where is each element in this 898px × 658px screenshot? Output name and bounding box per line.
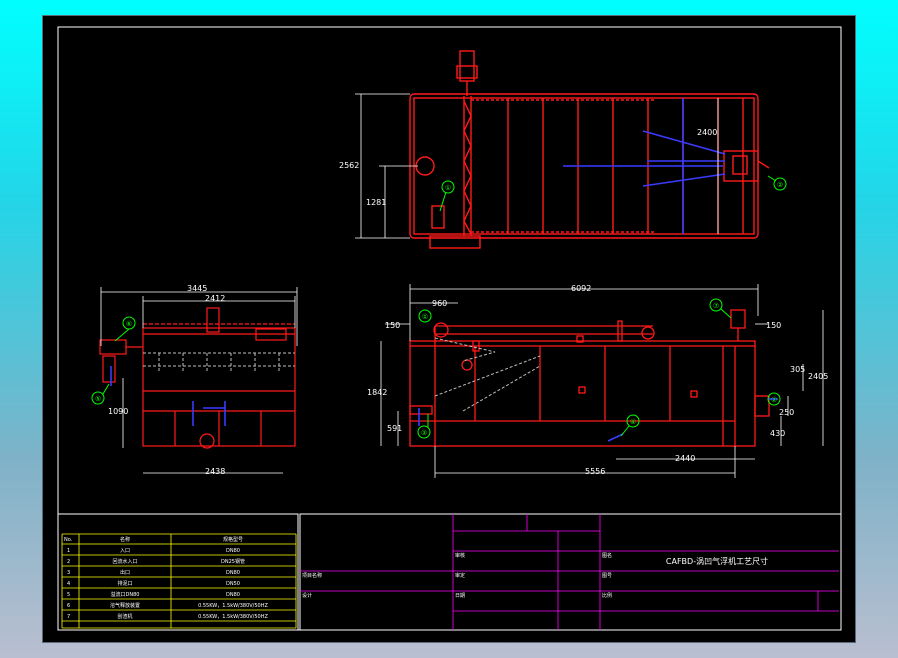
- front-dim-inlet: 960: [432, 299, 447, 308]
- front-callout-3: ③: [421, 429, 427, 437]
- front-dim-2440: 2440: [675, 454, 695, 463]
- front-dim-level: 1842: [367, 388, 387, 397]
- front-callout-1: ①: [422, 313, 428, 321]
- title-label-number: 图号: [602, 573, 612, 579]
- table-row-6-no: 6: [67, 603, 70, 609]
- front-dim-left-offset: 150: [385, 321, 400, 330]
- table-row-1-no: 1: [67, 548, 70, 554]
- side-dim-base: 2438: [205, 467, 225, 476]
- front-callout-2: ②: [771, 396, 777, 404]
- table-row-5-name: 溢流口DN80: [111, 591, 140, 598]
- plan-dim-inner: 2400: [697, 128, 717, 137]
- table-row-7-no: 7: [67, 614, 70, 620]
- table-row-2-spec: DN25钢管: [221, 558, 245, 565]
- table-header-spec: 规格型号: [223, 536, 243, 543]
- side-dim-body: 2412: [205, 294, 225, 303]
- title-label-approve: 审定: [455, 572, 465, 579]
- side-dim-overall: 3445: [187, 284, 207, 293]
- table-row-4-name: 排泥口: [117, 580, 132, 587]
- side-callout-6: ⑥: [126, 320, 132, 328]
- front-dim-250: 250: [779, 408, 794, 417]
- front-dim-length: 6092: [571, 284, 591, 293]
- plan-dim-length: 2562: [339, 161, 359, 170]
- front-dim-430: 430: [770, 429, 785, 438]
- cad-drawing: 2562 1281 2400 ① ② 3445 2412 2438 1090 ⑥…: [57, 26, 842, 631]
- front-view: 6092 960 150 150 2405 1842 591 305 250 4…: [367, 284, 828, 478]
- front-dim-outlet: 591: [387, 424, 402, 433]
- front-dim-right-offset: 150: [766, 321, 781, 330]
- table-row-2-no: 2: [67, 559, 70, 565]
- table-header-name: 名称: [120, 536, 130, 543]
- title-label-name: 图名: [602, 552, 612, 559]
- table-row-1-spec: DN80: [226, 548, 240, 554]
- title-block: 项目名称 设计 审核 审定 日期 图名 图号 比例 CAFBD-涡凹气浮机工艺尺…: [299, 513, 842, 631]
- table-row-2-name: 回流水入口: [112, 558, 137, 565]
- drawing-sheet: 2562 1281 2400 ① ② 3445 2412 2438 1090 ⑥…: [43, 16, 855, 642]
- front-callout-7: ⑦: [713, 302, 719, 310]
- table-row-6-name: 溶气释放装置: [110, 602, 140, 609]
- title-label-date: 日期: [455, 593, 465, 599]
- title-label-check: 审核: [455, 552, 465, 559]
- front-dim-height: 2405: [808, 372, 828, 381]
- table-row-3-name: 出口: [120, 569, 130, 576]
- parts-table: No. 名称 规格型号 1 入口 DN80 2 回流水入口 DN25钢管 3 出…: [57, 513, 299, 631]
- title-label-design: 设计: [302, 592, 312, 599]
- side-view: 3445 2412 2438 1090 ⑥ ⑤: [91, 284, 298, 476]
- title-label-project: 项目名称: [302, 572, 322, 579]
- table-row-6-spec: 0.55KW，1.5kW/380V/50HZ: [198, 603, 268, 609]
- plan-view: 2562 1281 2400 ① ②: [339, 50, 787, 249]
- table-row-5-no: 5: [67, 592, 70, 598]
- plan-callout-2: ②: [777, 181, 783, 189]
- front-callout-4: ④: [630, 418, 636, 426]
- table-header-no: No.: [64, 537, 73, 543]
- front-dim-base: 5556: [585, 467, 605, 476]
- table-row-7-spec: 0.55KW，1.5kW/380V/50HZ: [198, 614, 268, 620]
- table-row-7-name: 刮渣机: [117, 613, 132, 620]
- plan-dim-half: 1281: [366, 198, 386, 207]
- table-row-3-no: 3: [67, 570, 70, 576]
- front-dim-305: 305: [790, 365, 805, 374]
- side-callout-5: ⑤: [95, 395, 101, 403]
- table-row-1-name: 入口: [120, 548, 130, 554]
- side-dim-height: 1090: [108, 407, 128, 416]
- drawing-title: CAFBD-涡凹气浮机工艺尺寸: [666, 556, 768, 566]
- table-row-4-no: 4: [67, 581, 70, 587]
- table-row-3-spec: DN80: [226, 570, 240, 576]
- title-label-ratio: 比例: [602, 592, 612, 599]
- table-row-4-spec: DN50: [226, 581, 240, 587]
- table-row-5-spec: DN80: [226, 592, 240, 598]
- plan-callout-1: ①: [445, 184, 451, 192]
